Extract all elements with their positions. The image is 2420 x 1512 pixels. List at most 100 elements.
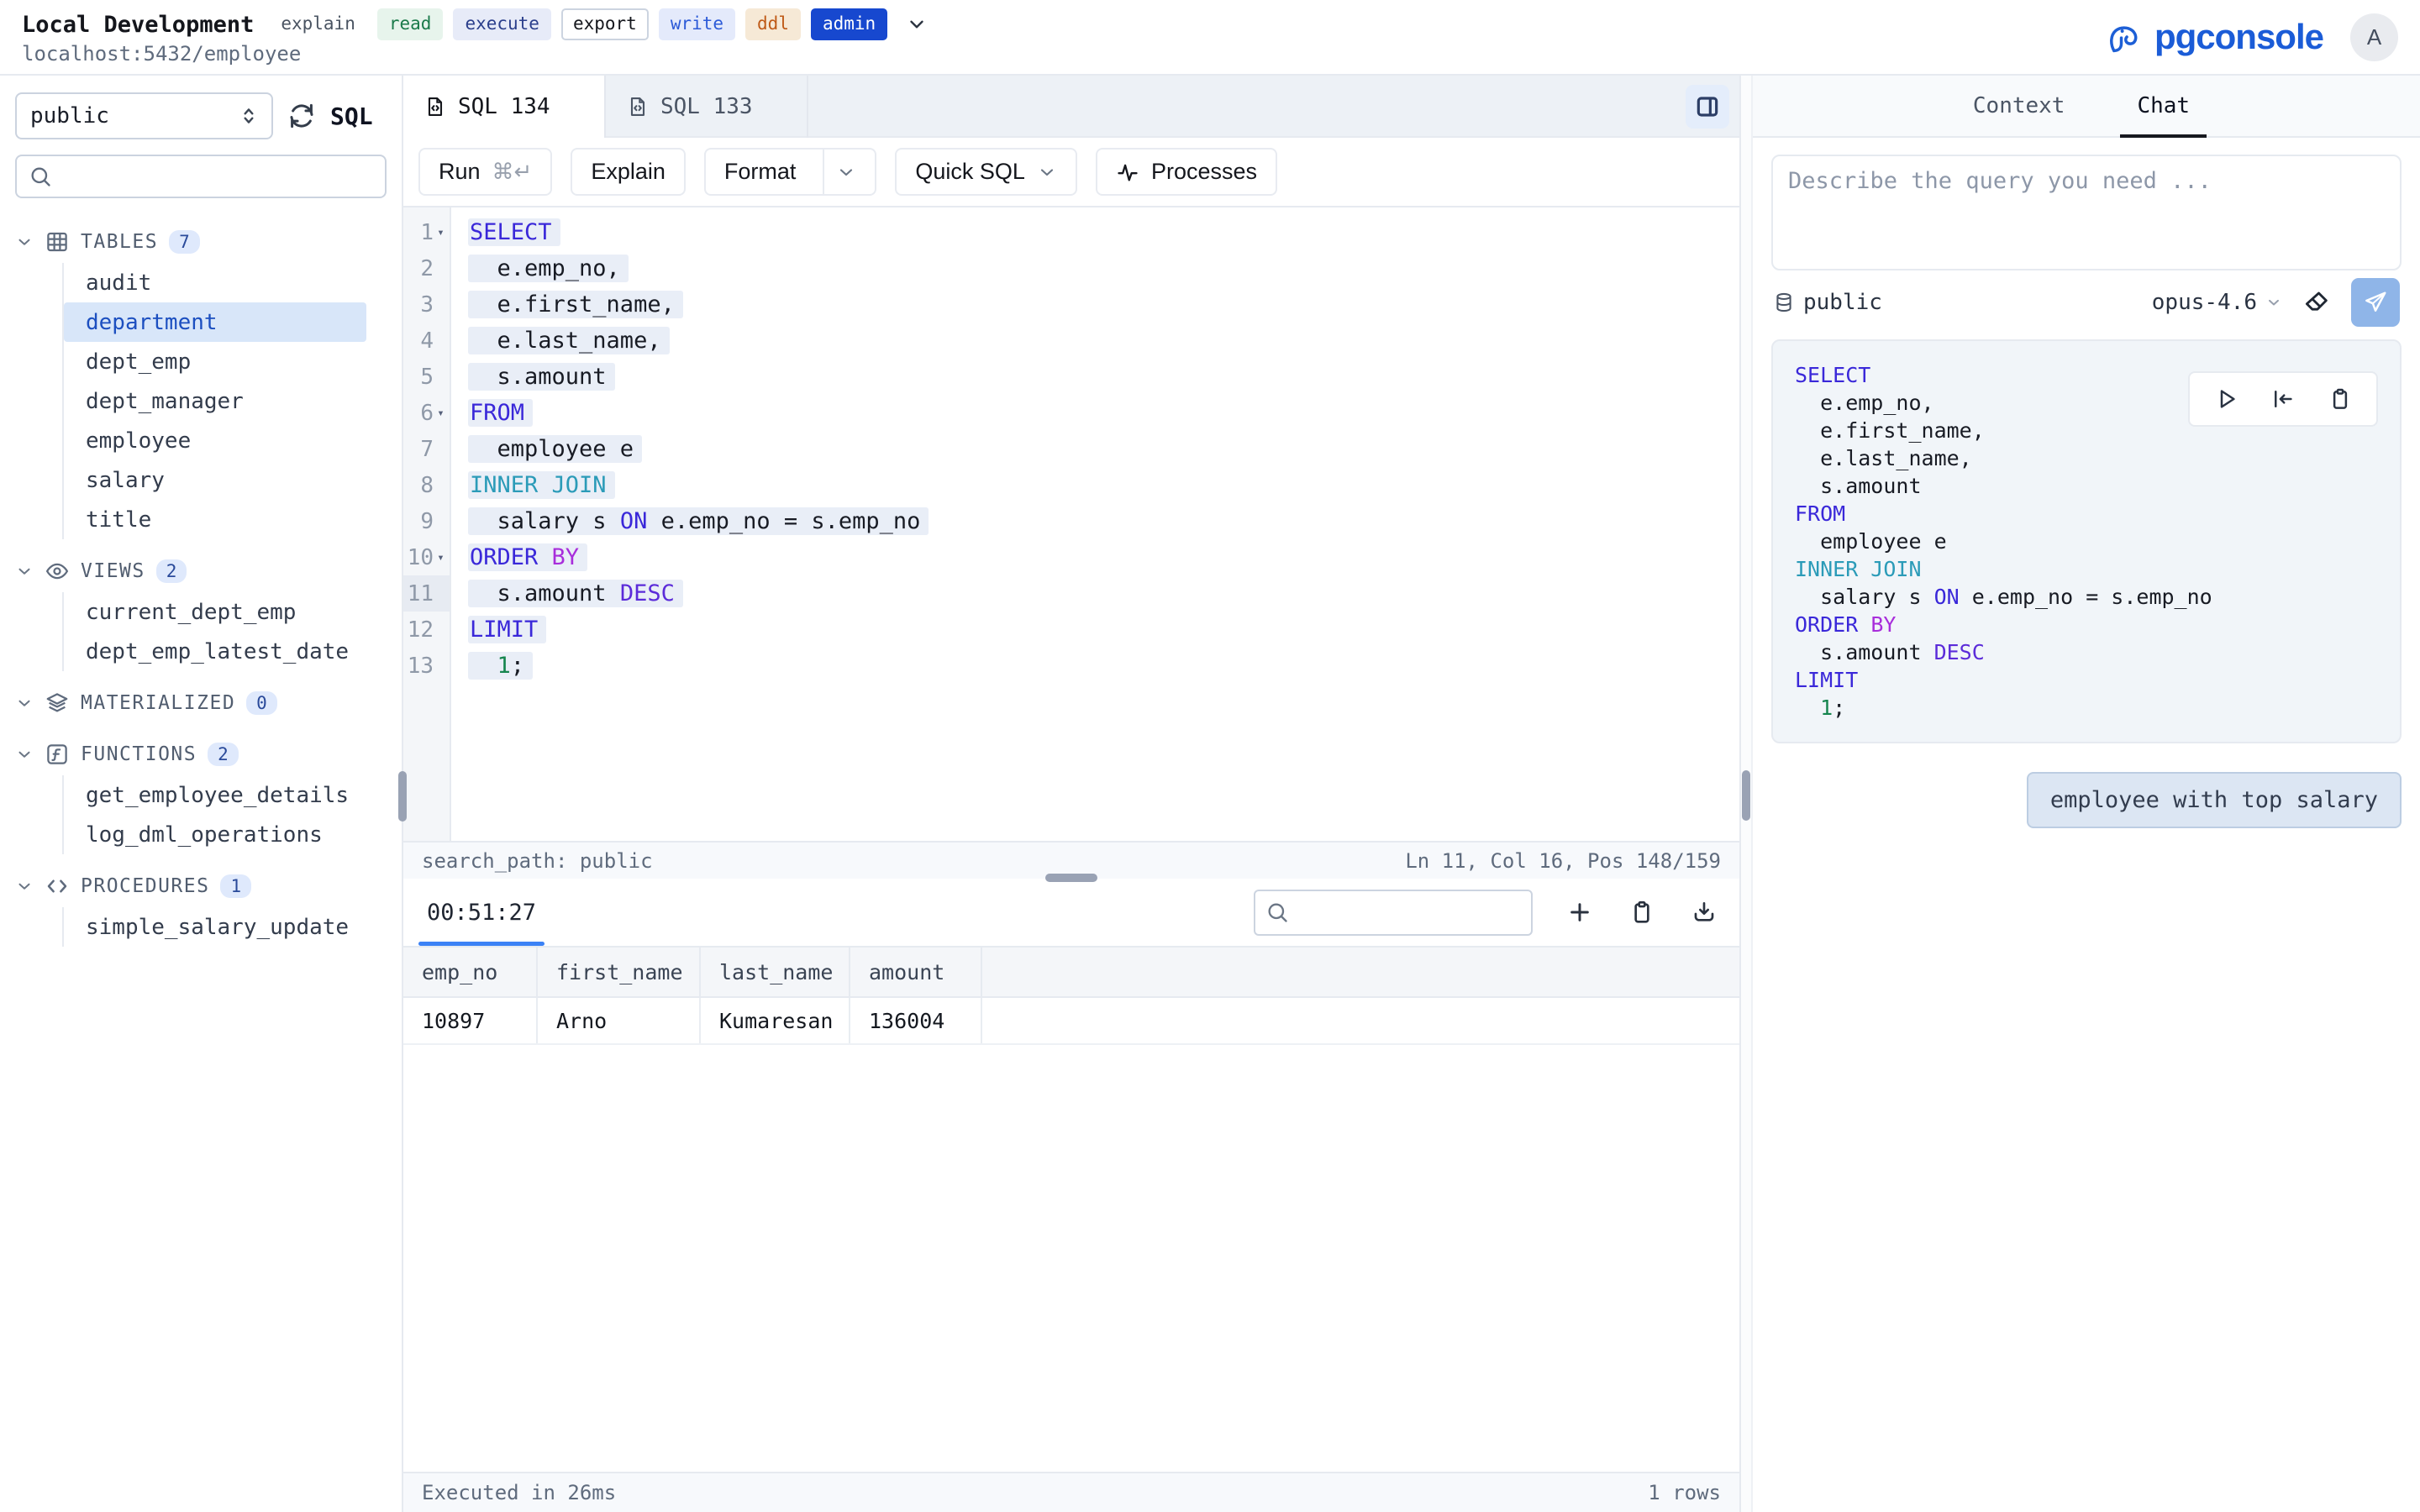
- sidebar-item-current_dept_emp[interactable]: current_dept_emp: [64, 592, 366, 632]
- sidebar-item-salary[interactable]: salary: [64, 460, 366, 500]
- connection-chevron-down-icon[interactable]: [906, 13, 928, 35]
- tree-group-header-views[interactable]: VIEWS2: [15, 551, 387, 591]
- panel-divider[interactable]: [1741, 76, 1753, 1512]
- column-header-emp_no[interactable]: emp_no: [403, 948, 538, 996]
- sidebar-item-simple_salary_update[interactable]: simple_salary_update: [64, 907, 366, 947]
- format-button[interactable]: Format: [704, 148, 877, 196]
- editor-line-1[interactable]: SELECT: [468, 214, 1739, 250]
- chevron-down-icon[interactable]: [15, 694, 34, 712]
- editor-line-9[interactable]: salary s ON e.emp_no = s.emp_no: [468, 503, 1739, 539]
- sidebar-item-employee[interactable]: employee: [64, 421, 366, 460]
- model-select[interactable]: opus-4.6: [2152, 290, 2282, 315]
- line-number-7[interactable]: 7: [403, 431, 450, 467]
- user-avatar[interactable]: A: [2350, 13, 2398, 61]
- results-search-input[interactable]: [1296, 900, 1553, 924]
- line-number-2[interactable]: 2: [403, 250, 450, 286]
- chevron-down-icon[interactable]: [15, 877, 34, 895]
- table-row[interactable]: 10897ArnoKumaresan136004: [403, 998, 1739, 1045]
- sidebar-item-dept_manager[interactable]: dept_manager: [64, 381, 366, 421]
- line-number-13[interactable]: 13: [403, 648, 450, 684]
- tree-group-header-materialized[interactable]: MATERIALIZED0: [15, 683, 387, 722]
- line-number-4[interactable]: 4: [403, 323, 450, 359]
- sidebar-search[interactable]: [15, 155, 387, 198]
- schema-select[interactable]: public: [15, 92, 273, 139]
- tab-context[interactable]: Context: [1966, 76, 2072, 136]
- run-response-icon[interactable]: [2213, 386, 2238, 412]
- connection-url: localhost:5432/employee: [22, 42, 928, 66]
- copy-response-icon[interactable]: [2328, 386, 2353, 412]
- column-header-last_name[interactable]: last_name: [701, 948, 850, 996]
- sidebar-resize-handle[interactable]: [398, 771, 407, 822]
- chat-prompt-input[interactable]: [1771, 155, 2402, 270]
- tab-chat[interactable]: Chat: [2120, 76, 2207, 136]
- editor-code[interactable]: SELECT e.emp_no, e.first_name, e.last_na…: [451, 207, 1739, 841]
- sidebar-search-input[interactable]: [60, 165, 373, 189]
- line-number-9[interactable]: 9: [403, 503, 450, 539]
- sidebar-item-get_employee_details[interactable]: get_employee_details: [64, 775, 366, 815]
- results-search[interactable]: [1254, 890, 1533, 936]
- line-number-5[interactable]: 5: [403, 359, 450, 395]
- tab-sql-133[interactable]: SQL 133: [606, 76, 808, 138]
- line-number-3[interactable]: 3: [403, 286, 450, 323]
- editor-line-13[interactable]: 1;: [468, 648, 1739, 684]
- editor-line-11[interactable]: s.amount DESC: [468, 575, 1739, 612]
- sql-mode-label[interactable]: SQL: [330, 102, 373, 130]
- sidebar-item-dept_emp_latest_date[interactable]: dept_emp_latest_date: [64, 632, 366, 671]
- copy-results-icon[interactable]: [1628, 899, 1655, 926]
- fold-arrow-icon[interactable]: ▾: [434, 407, 448, 420]
- column-header-first_name[interactable]: first_name: [538, 948, 701, 996]
- sql-token: INNER JOIN: [470, 472, 607, 498]
- clear-chat-eraser-icon[interactable]: [2302, 288, 2331, 317]
- run-button[interactable]: Run ⌘↵: [418, 148, 552, 196]
- download-results-icon[interactable]: [1691, 899, 1718, 926]
- editor-line-5[interactable]: s.amount: [468, 359, 1739, 395]
- sidebar-item-audit[interactable]: audit: [64, 263, 366, 302]
- send-message-button[interactable]: [2351, 278, 2400, 327]
- processes-button[interactable]: Processes: [1096, 148, 1277, 196]
- chevron-down-icon[interactable]: [15, 745, 34, 764]
- explain-button[interactable]: Explain: [571, 148, 686, 196]
- line-number-1[interactable]: 1▾: [403, 214, 450, 250]
- chevron-down-icon[interactable]: [15, 562, 34, 580]
- fold-arrow-icon[interactable]: ▾: [434, 551, 448, 564]
- line-number-12[interactable]: 12: [403, 612, 450, 648]
- splitter-handle[interactable]: [1045, 874, 1097, 882]
- refresh-icon[interactable]: [287, 101, 317, 131]
- editor-line-3[interactable]: e.first_name,: [468, 286, 1739, 323]
- sidebar-item-dept_emp[interactable]: dept_emp: [64, 342, 366, 381]
- results-table-header: emp_nofirst_namelast_nameamount: [403, 948, 1739, 998]
- sidebar-item-title[interactable]: title: [64, 500, 366, 539]
- editor-line-7[interactable]: employee e: [468, 431, 1739, 467]
- editor-line-6[interactable]: FROM: [468, 395, 1739, 431]
- editor-gutter: 1▾23456▾78910▾111213: [403, 207, 451, 841]
- editor-line-2[interactable]: e.emp_no,: [468, 250, 1739, 286]
- sidebar-item-log_dml_operations[interactable]: log_dml_operations: [64, 815, 366, 854]
- chevron-down-icon[interactable]: [15, 233, 34, 251]
- sql-editor[interactable]: 1▾23456▾78910▾111213 SELECT e.emp_no, e.…: [403, 207, 1739, 841]
- add-result-tab-icon[interactable]: [1566, 899, 1593, 926]
- insert-into-editor-icon[interactable]: [2270, 386, 2296, 412]
- toggle-side-panel-button[interactable]: [1686, 85, 1729, 129]
- object-tree: TABLES7auditdepartmentdept_empdept_manag…: [15, 222, 387, 947]
- tree-group-header-functions[interactable]: FUNCTIONS2: [15, 734, 387, 774]
- connection-info: Local Development explainreadexecuteexpo…: [22, 8, 928, 65]
- format-chevron-down-icon[interactable]: [836, 162, 856, 182]
- panel-divider-handle[interactable]: [1742, 770, 1750, 821]
- editor-line-8[interactable]: INNER JOIN: [468, 467, 1739, 503]
- editor-line-4[interactable]: e.last_name,: [468, 323, 1739, 359]
- editor-line-12[interactable]: LIMIT: [468, 612, 1739, 648]
- tab-sql-134[interactable]: SQL 134: [403, 76, 606, 138]
- column-header-amount[interactable]: amount: [850, 948, 982, 996]
- sidebar-item-department[interactable]: department: [64, 302, 366, 342]
- result-time-tab[interactable]: 00:51:27: [418, 879, 544, 946]
- quick-sql-button[interactable]: Quick SQL: [895, 148, 1077, 196]
- line-number-8[interactable]: 8: [403, 467, 450, 503]
- tree-group-header-procedures[interactable]: PROCEDURES1: [15, 866, 387, 906]
- line-number-10[interactable]: 10▾: [403, 539, 450, 575]
- line-number-6[interactable]: 6▾: [403, 395, 450, 431]
- fold-arrow-icon[interactable]: ▾: [434, 226, 448, 239]
- sql-token: SELECT: [470, 219, 552, 245]
- line-number-11[interactable]: 11: [403, 575, 450, 612]
- editor-line-10[interactable]: ORDER BY: [468, 539, 1739, 575]
- tree-group-header-tables[interactable]: TABLES7: [15, 222, 387, 261]
